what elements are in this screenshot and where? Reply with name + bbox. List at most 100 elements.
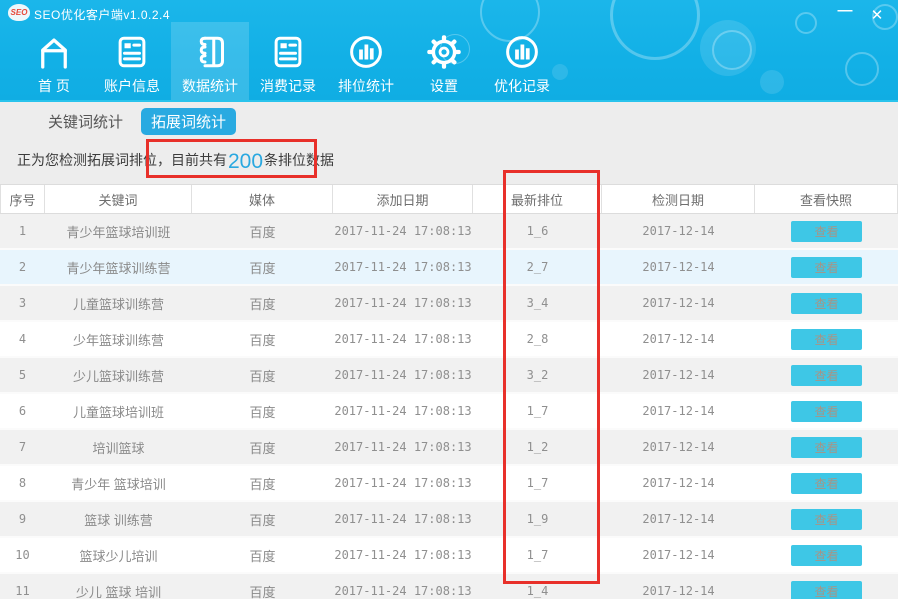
- view-snapshot-button[interactable]: 查看: [791, 365, 862, 386]
- cell-media: 百度: [192, 286, 333, 320]
- view-snapshot-button[interactable]: 查看: [791, 473, 862, 494]
- nav-item-label: 排位统计: [338, 76, 394, 96]
- table-header-row: 序号 关键词 媒体 添加日期 最新排位 检测日期 查看快照: [0, 184, 898, 214]
- status-boxed-prefix: 目前共有: [171, 152, 227, 168]
- cell-check-date: 2017-12-14: [602, 214, 755, 248]
- cell-latest-rank: 1_7: [473, 394, 602, 428]
- data-stats-icon: [188, 30, 232, 74]
- view-snapshot-button[interactable]: 查看: [791, 401, 862, 422]
- tab-extended-word-stats[interactable]: 拓展词统计: [141, 108, 236, 135]
- home-icon: [32, 30, 76, 74]
- view-snapshot-button[interactable]: 查看: [791, 581, 862, 599]
- cell-media: 百度: [192, 394, 333, 428]
- cell-index: 1: [0, 214, 45, 248]
- view-snapshot-button[interactable]: 查看: [791, 329, 862, 350]
- cell-index: 10: [0, 538, 45, 572]
- table-row: 7 培训篮球 百度 2017-11-24 17:08:13 1_2 2017-1…: [0, 430, 898, 466]
- table-row: 2 青少年篮球训练营 百度 2017-11-24 17:08:13 2_7 20…: [0, 250, 898, 286]
- cell-media: 百度: [192, 538, 333, 572]
- consume-records-icon: [266, 30, 310, 74]
- table-body: 1 青少年篮球培训班 百度 2017-11-24 17:08:13 1_6 20…: [0, 214, 898, 599]
- cell-keyword: 少年篮球训练营: [45, 322, 192, 356]
- view-snapshot-button[interactable]: 查看: [791, 221, 862, 242]
- nav-item-data-stats[interactable]: 数据统计: [171, 22, 249, 100]
- nav-item-consume-records[interactable]: 消费记录: [249, 22, 327, 100]
- cell-check-date: 2017-12-14: [602, 250, 755, 284]
- cell-keyword: 培训篮球: [45, 430, 192, 464]
- cell-check-date: 2017-12-14: [602, 430, 755, 464]
- cell-index: 9: [0, 502, 45, 536]
- cell-check-date: 2017-12-14: [602, 286, 755, 320]
- cell-keyword: 篮球 训练营: [45, 502, 192, 536]
- cell-keyword: 少儿 篮球 培训: [45, 574, 192, 599]
- cell-index: 6: [0, 394, 45, 428]
- tab-keyword-stats[interactable]: 关键词统计: [38, 108, 133, 135]
- nav-item-label: 首 页: [38, 76, 70, 96]
- status-message: 正为您检测拓展词排位，目前共有200条排位数据: [17, 150, 334, 170]
- cell-index: 8: [0, 466, 45, 500]
- table-row: 11 少儿 篮球 培训 百度 2017-11-24 17:08:13 1_4 2…: [0, 574, 898, 599]
- table-row: 9 篮球 训练营 百度 2017-11-24 17:08:13 1_9 2017…: [0, 502, 898, 538]
- view-snapshot-button[interactable]: 查看: [791, 293, 862, 314]
- cell-index: 5: [0, 358, 45, 392]
- cell-added-date: 2017-11-24 17:08:13: [333, 466, 473, 500]
- cell-index: 7: [0, 430, 45, 464]
- cell-keyword: 青少年篮球训练营: [45, 250, 192, 284]
- cell-keyword: 篮球少儿培训: [45, 538, 192, 572]
- nav-item-account-info[interactable]: 账户信息: [93, 22, 171, 100]
- minimize-button[interactable]: —: [834, 2, 856, 19]
- cell-added-date: 2017-11-24 17:08:13: [333, 502, 473, 536]
- optimize-records-icon: [500, 30, 544, 74]
- cell-keyword: 儿童篮球培训班: [45, 394, 192, 428]
- cell-check-date: 2017-12-14: [602, 358, 755, 392]
- table-row: 3 儿童篮球训练营 百度 2017-11-24 17:08:13 3_4 201…: [0, 286, 898, 322]
- cell-added-date: 2017-11-24 17:08:13: [333, 574, 473, 599]
- app-logo: SEO: [8, 4, 30, 21]
- view-snapshot-button[interactable]: 查看: [791, 257, 862, 278]
- view-snapshot-button[interactable]: 查看: [791, 545, 862, 566]
- cell-check-date: 2017-12-14: [602, 538, 755, 572]
- cell-added-date: 2017-11-24 17:08:13: [333, 286, 473, 320]
- table-row: 10 篮球少儿培训 百度 2017-11-24 17:08:13 1_7 201…: [0, 538, 898, 574]
- table-row: 8 青少年 篮球培训 百度 2017-11-24 17:08:13 1_7 20…: [0, 466, 898, 502]
- status-lead: 正为您检测拓展词排位，: [17, 152, 171, 168]
- cell-added-date: 2017-11-24 17:08:13: [333, 250, 473, 284]
- column-header-check-date: 检测日期: [602, 185, 755, 213]
- account-info-icon: [110, 30, 154, 74]
- cell-media: 百度: [192, 574, 333, 599]
- app-header: SEO SEO优化客户端v1.0.2.4 — ✕ 首 页: [0, 0, 898, 100]
- nav-item-settings[interactable]: 设置: [405, 22, 483, 100]
- rank-data-table: 序号 关键词 媒体 添加日期 最新排位 检测日期 查看快照 1 青少年篮球培训班…: [0, 184, 898, 599]
- cell-keyword: 儿童篮球训练营: [45, 286, 192, 320]
- cell-latest-rank: 3_4: [473, 286, 602, 320]
- cell-media: 百度: [192, 358, 333, 392]
- cell-keyword: 青少年篮球培训班: [45, 214, 192, 248]
- cell-added-date: 2017-11-24 17:08:13: [333, 214, 473, 248]
- cell-keyword: 青少年 篮球培训: [45, 466, 192, 500]
- cell-added-date: 2017-11-24 17:08:13: [333, 394, 473, 428]
- view-snapshot-button[interactable]: 查看: [791, 509, 862, 530]
- status-boxed-suffix: 条排位数据: [264, 152, 334, 168]
- window-title: SEO优化客户端v1.0.2.4: [34, 6, 170, 23]
- table-row: 5 少儿篮球训练营 百度 2017-11-24 17:08:13 3_2 201…: [0, 358, 898, 394]
- nav-item-home[interactable]: 首 页: [15, 22, 93, 100]
- main-nav: 首 页 账户信息 数据统计: [15, 22, 561, 100]
- cell-check-date: 2017-12-14: [602, 574, 755, 599]
- cell-latest-rank: 1_2: [473, 430, 602, 464]
- column-header-media: 媒体: [192, 185, 333, 213]
- cell-latest-rank: 1_6: [473, 214, 602, 248]
- cell-latest-rank: 1_7: [473, 538, 602, 572]
- cell-media: 百度: [192, 430, 333, 464]
- cell-latest-rank: 2_8: [473, 322, 602, 356]
- column-header-view-snapshot: 查看快照: [755, 185, 898, 213]
- cell-added-date: 2017-11-24 17:08:13: [333, 322, 473, 356]
- stats-tabs: 关键词统计 拓展词统计: [38, 108, 236, 134]
- close-button[interactable]: ✕: [866, 6, 888, 24]
- cell-media: 百度: [192, 502, 333, 536]
- view-snapshot-button[interactable]: 查看: [791, 437, 862, 458]
- cell-check-date: 2017-12-14: [602, 502, 755, 536]
- nav-item-rank-stats[interactable]: 排位统计: [327, 22, 405, 100]
- header-divider: [0, 100, 898, 102]
- nav-item-optimize-records[interactable]: 优化记录: [483, 22, 561, 100]
- cell-latest-rank: 2_7: [473, 250, 602, 284]
